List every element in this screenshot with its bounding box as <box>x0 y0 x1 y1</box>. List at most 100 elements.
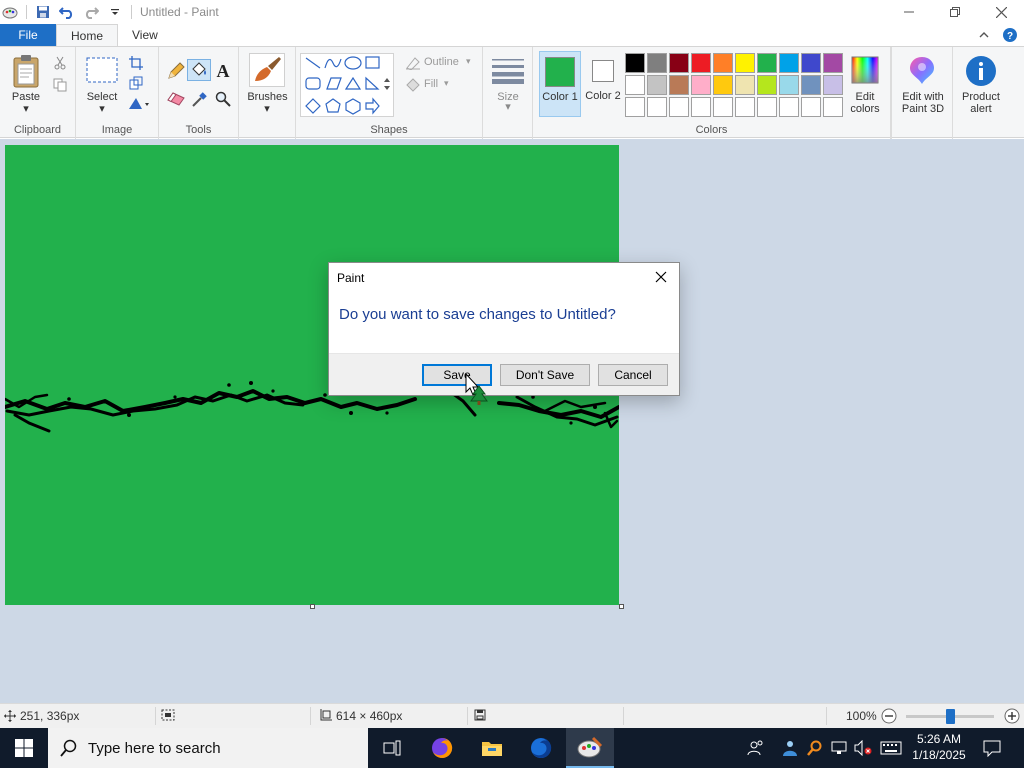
palette-swatch-r3-c1[interactable] <box>625 97 645 117</box>
maximize-button[interactable] <box>932 0 978 24</box>
taskbar-file-explorer[interactable] <box>468 728 516 768</box>
resize-handle-corner[interactable] <box>619 604 624 609</box>
paste-dropdown-icon[interactable]: ▾ <box>20 103 32 115</box>
zoom-in-button[interactable] <box>1004 708 1020 724</box>
cancel-button[interactable]: Cancel <box>598 364 668 386</box>
network-icon[interactable] <box>828 728 850 768</box>
shapes-gallery[interactable] <box>300 53 394 117</box>
undo-icon[interactable] <box>59 4 75 20</box>
collapse-ribbon-icon[interactable] <box>976 27 992 43</box>
taskbar-search-box[interactable]: Type here to search <box>48 728 368 768</box>
palette-swatch-r3-c10[interactable] <box>823 97 843 117</box>
palette-swatch-r2-c9[interactable] <box>801 75 821 95</box>
palette-swatch-r1-c5[interactable] <box>713 53 733 73</box>
paint3d-label[interactable]: Edit with Paint 3D <box>892 91 954 115</box>
paste-icon[interactable] <box>10 53 42 89</box>
fill-dropdown-icon[interactable]: ▾ <box>444 78 449 89</box>
magnifier-icon[interactable] <box>213 89 233 109</box>
paste-label[interactable]: Paste <box>6 91 46 103</box>
palette-swatch-r3-c2[interactable] <box>647 97 667 117</box>
palette-swatch-r2-c5[interactable] <box>713 75 733 95</box>
palette-swatch-r1-c10[interactable] <box>823 53 843 73</box>
fill-icon[interactable] <box>404 77 422 93</box>
palette-swatch-r1-c2[interactable] <box>647 53 667 73</box>
task-view-button[interactable] <box>368 728 416 768</box>
fill-bucket-icon[interactable] <box>187 59 211 81</box>
palette-swatch-r1-c6[interactable] <box>735 53 755 73</box>
palette-swatch-r2-c7[interactable] <box>757 75 777 95</box>
tab-view[interactable]: View <box>118 24 172 46</box>
palette-swatch-r3-c8[interactable] <box>779 97 799 117</box>
dont-save-button[interactable]: Don't Save <box>500 364 590 386</box>
start-button[interactable] <box>0 728 48 768</box>
eraser-icon[interactable] <box>165 89 187 109</box>
keyboard-icon[interactable] <box>878 728 904 768</box>
palette-swatch-r2-c1[interactable] <box>625 75 645 95</box>
text-tool-icon[interactable]: A <box>213 61 233 81</box>
palette-swatch-r2-c2[interactable] <box>647 75 667 95</box>
palette-swatch-r1-c4[interactable] <box>691 53 711 73</box>
palette-swatch-r2-c8[interactable] <box>779 75 799 95</box>
palette-swatch-r1-c9[interactable] <box>801 53 821 73</box>
notifications-icon[interactable] <box>978 728 1006 768</box>
color-picker-icon[interactable] <box>189 89 211 109</box>
palette-swatch-r2-c4[interactable] <box>691 75 711 95</box>
pencil-icon[interactable] <box>165 61 187 81</box>
paint-app-icon[interactable] <box>2 4 18 20</box>
search-tray-icon[interactable] <box>804 728 826 768</box>
palette-swatch-r1-c3[interactable] <box>669 53 689 73</box>
customize-dropdown-icon[interactable] <box>107 4 123 20</box>
brushes-icon[interactable] <box>249 53 285 87</box>
zoom-slider-thumb[interactable] <box>945 709 955 724</box>
palette-swatch-r3-c6[interactable] <box>735 97 755 117</box>
palette-swatch-r3-c9[interactable] <box>801 97 821 117</box>
select-dropdown-icon[interactable]: ▾ <box>96 103 108 115</box>
dialog-close-button[interactable] <box>651 267 671 287</box>
edit-colors-label[interactable]: Edit colors <box>843 91 887 115</box>
palette-swatch-r2-c6[interactable] <box>735 75 755 95</box>
resize-handle-bottom[interactable] <box>310 604 315 609</box>
taskbar-firefox-alt[interactable] <box>517 728 565 768</box>
outline-icon[interactable] <box>404 55 422 71</box>
palette-swatch-r2-c10[interactable] <box>823 75 843 95</box>
edit-colors-icon[interactable] <box>850 55 880 85</box>
palette-swatch-r3-c7[interactable] <box>757 97 777 117</box>
people-icon[interactable] <box>744 728 768 768</box>
brushes-label[interactable]: Brushes <box>241 91 294 103</box>
palette-swatch-r1-c7[interactable] <box>757 53 777 73</box>
paint3d-icon[interactable] <box>907 55 937 85</box>
palette-swatch-r3-c5[interactable] <box>713 97 733 117</box>
product-alert-label[interactable]: Product alert <box>953 91 1009 115</box>
outline-dropdown-icon[interactable]: ▾ <box>466 56 471 67</box>
zoom-slider-track[interactable] <box>906 709 994 724</box>
color-2-selector[interactable]: Color 2 <box>583 51 623 117</box>
help-icon[interactable]: ? <box>1002 27 1018 43</box>
fill-label[interactable]: Fill <box>424 78 438 90</box>
brushes-dropdown-icon[interactable]: ▾ <box>261 103 273 115</box>
cut-icon[interactable] <box>52 55 68 71</box>
redo-icon[interactable] <box>83 4 99 20</box>
rotate-icon[interactable] <box>128 95 150 111</box>
info-icon[interactable] <box>965 55 997 87</box>
taskbar-paint[interactable] <box>566 728 614 768</box>
taskbar-clock[interactable]: 5:26 AM 1/18/2025 <box>908 731 970 763</box>
taskbar-firefox[interactable] <box>418 728 466 768</box>
palette-swatch-r3-c3[interactable] <box>669 97 689 117</box>
palette-swatch-r3-c4[interactable] <box>691 97 711 117</box>
workspace[interactable] <box>0 139 1024 703</box>
palette-swatch-r1-c1[interactable] <box>625 53 645 73</box>
tab-file[interactable]: File <box>0 24 56 46</box>
save-icon[interactable] <box>35 4 51 20</box>
palette-swatch-r2-c3[interactable] <box>669 75 689 95</box>
resize-icon[interactable] <box>128 75 144 91</box>
copy-icon[interactable] <box>52 77 68 93</box>
size-dropdown-icon[interactable]: ▾ <box>502 101 514 113</box>
volume-muted-icon[interactable] <box>852 728 874 768</box>
select-icon[interactable] <box>86 57 118 83</box>
crop-icon[interactable] <box>128 55 144 71</box>
close-button[interactable] <box>978 0 1024 24</box>
outline-label[interactable]: Outline <box>424 56 459 68</box>
zoom-out-button[interactable] <box>881 708 897 724</box>
color-1-selector[interactable]: Color 1 <box>539 51 581 117</box>
size-icon[interactable] <box>491 57 525 85</box>
